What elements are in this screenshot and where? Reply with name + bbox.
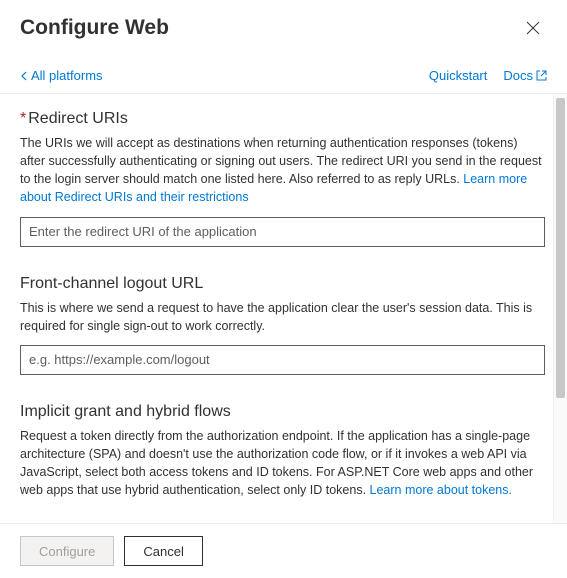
chevron-left-icon	[20, 71, 29, 81]
redirect-uris-section: *Redirect URIs The URIs we will accept a…	[20, 110, 545, 247]
scroll-thumb[interactable]	[556, 98, 565, 398]
configure-button[interactable]: Configure	[20, 536, 114, 566]
required-indicator: *	[20, 110, 26, 127]
back-link-label: All platforms	[31, 68, 103, 83]
content-area: *Redirect URIs The URIs we will accept a…	[0, 94, 553, 523]
logout-url-title: Front-channel logout URL	[20, 275, 545, 293]
close-icon	[526, 21, 540, 35]
logout-url-section: Front-channel logout URL This is where w…	[20, 275, 545, 375]
implicit-grant-learn-more-link[interactable]: Learn more about tokens.	[370, 483, 512, 497]
back-all-platforms-link[interactable]: All platforms	[20, 68, 103, 83]
docs-link-label: Docs	[503, 68, 533, 83]
redirect-uri-input[interactable]	[20, 217, 545, 247]
docs-link[interactable]: Docs	[503, 68, 547, 83]
page-title: Configure Web	[20, 16, 169, 40]
redirect-uris-title: Redirect URIs	[28, 110, 128, 127]
external-link-icon	[536, 70, 547, 81]
scrollbar[interactable]	[553, 94, 567, 523]
close-button[interactable]	[519, 14, 547, 42]
logout-url-desc: This is where we send a request to have …	[20, 299, 545, 335]
logout-url-input[interactable]	[20, 345, 545, 375]
implicit-grant-section: Implicit grant and hybrid flows Request …	[20, 403, 545, 500]
implicit-grant-title: Implicit grant and hybrid flows	[20, 403, 545, 421]
cancel-button[interactable]: Cancel	[124, 536, 202, 566]
quickstart-link[interactable]: Quickstart	[429, 68, 488, 83]
